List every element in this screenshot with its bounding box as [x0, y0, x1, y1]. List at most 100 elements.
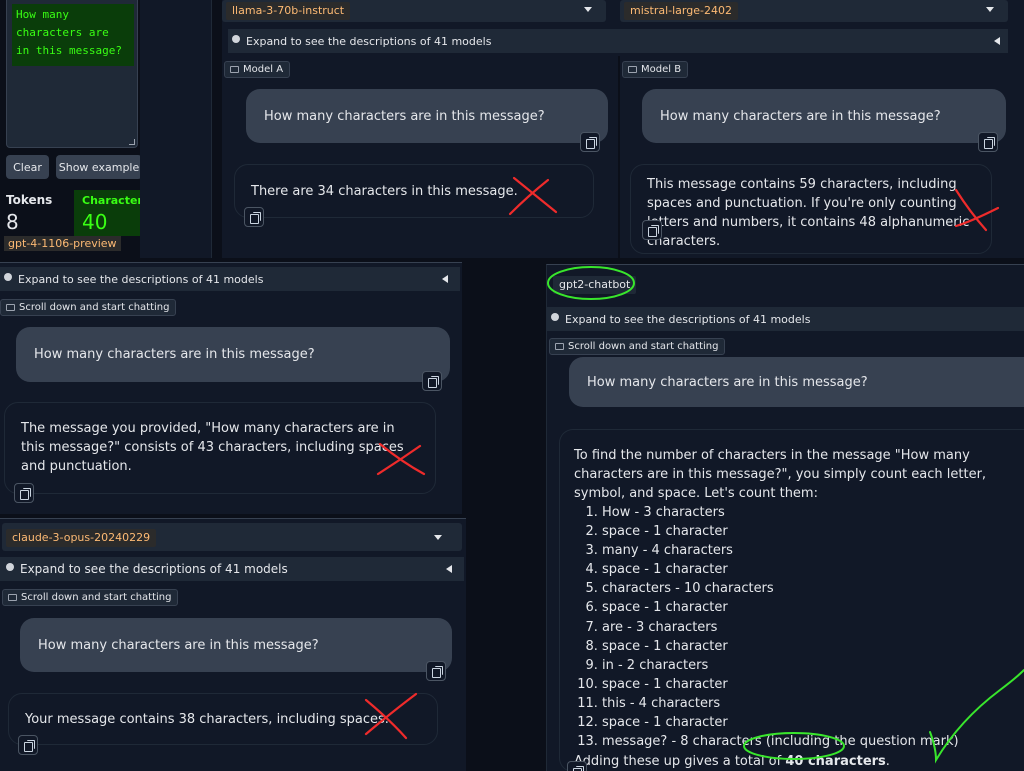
model-b-label: Model B — [622, 61, 689, 78]
characters-box: Characters 40 — [74, 190, 149, 236]
chat-icon — [6, 304, 15, 311]
chat-icon — [8, 594, 17, 601]
steps-list: How - 3 charactersspace - 1 characterman… — [602, 503, 1024, 751]
step-item: many - 4 characters — [602, 541, 1024, 560]
copy-icon[interactable] — [18, 735, 38, 755]
bullet-icon — [4, 273, 12, 281]
resize-handle-icon[interactable] — [129, 139, 135, 145]
scroll-label: Scroll down and start chatting — [0, 299, 177, 316]
step-item: How - 3 characters — [602, 503, 1024, 522]
conclusion-suffix: . — [885, 754, 890, 770]
tokenizer-textarea-value: How many characters are in this message? — [12, 4, 134, 66]
top-arena-panel: llama-3-70b-instruct mistral-large-2402 … — [140, 0, 1024, 258]
tokenizer-panel: How many characters are in this message?… — [0, 0, 150, 260]
reply-a-text: There are 34 characters in this message. — [251, 183, 518, 199]
copy-icon[interactable] — [642, 220, 662, 240]
column-divider — [618, 56, 620, 258]
model-select[interactable]: claude-3-opus-20240229 — [2, 523, 462, 551]
step-item: in - 2 characters — [602, 656, 1024, 675]
user-message-b: How many characters are in this message? — [642, 89, 1006, 143]
chat-icon — [555, 343, 564, 350]
clear-button[interactable]: Clear — [6, 155, 49, 179]
left-mid-panel: Expand to see the descriptions of 41 mod… — [0, 262, 462, 514]
model-a-name: llama-3-70b-instruct — [226, 2, 351, 20]
tokens-label: Tokens — [6, 193, 53, 207]
step-item: space - 1 character — [602, 675, 1024, 694]
left-bottom-panel: claude-3-opus-20240229 Expand to see the… — [0, 518, 466, 771]
reply-b: This message contains 59 characters, inc… — [630, 164, 992, 254]
right-panel: gpt2-chatbot Expand to see the descripti… — [546, 264, 1024, 771]
expand-models-row[interactable]: Expand to see the descriptions of 41 mod… — [0, 267, 460, 291]
collapse-triangle-icon[interactable] — [446, 565, 452, 573]
copy-icon[interactable] — [580, 132, 600, 152]
show-example-button[interactable]: Show example — [56, 155, 142, 179]
model-a-label-text: Model A — [243, 64, 284, 75]
step-item: space - 1 character — [602, 713, 1024, 732]
chat-icon — [230, 66, 239, 73]
model-b-select[interactable]: mistral-large-2402 — [620, 0, 1008, 22]
expand-text: Expand to see the descriptions of 41 mod… — [565, 312, 811, 326]
characters-value: 40 — [82, 210, 108, 234]
chevron-down-icon — [434, 535, 442, 540]
reply-text: Your message contains 38 characters, inc… — [25, 711, 389, 727]
expand-text: Expand to see the descriptions of 41 mod… — [20, 562, 288, 576]
reply-intro: To find the number of characters in the … — [574, 448, 987, 501]
copy-icon[interactable] — [14, 483, 34, 503]
scroll-label-text: Scroll down and start chatting — [568, 341, 719, 352]
model-b-name: mistral-large-2402 — [624, 2, 738, 20]
reply: Your message contains 38 characters, inc… — [8, 693, 438, 745]
bullet-icon — [6, 563, 14, 571]
reply: The message you provided, "How many char… — [4, 402, 436, 494]
arena-left-strip — [140, 0, 212, 258]
chevron-down-icon — [986, 7, 994, 12]
step-item: message? - 8 characters (including the q… — [602, 732, 1024, 751]
collapse-triangle-icon[interactable] — [442, 275, 448, 283]
collapse-triangle-icon[interactable] — [994, 37, 1000, 45]
conclusion-prefix: Adding these up gives a total of — [574, 754, 786, 770]
chat-icon — [628, 66, 637, 73]
step-item: are - 3 characters — [602, 618, 1024, 637]
step-item: space - 1 character — [602, 637, 1024, 656]
model-b-label-text: Model B — [641, 64, 682, 75]
model-a-label: Model A — [224, 61, 291, 78]
bullet-icon — [551, 313, 559, 321]
scroll-label: Scroll down and start chatting — [549, 338, 726, 355]
bullet-icon — [232, 35, 240, 43]
model-name: gpt2-chatbot — [553, 276, 637, 294]
expand-models-row[interactable]: Expand to see the descriptions of 41 mod… — [228, 29, 1008, 53]
scroll-label: Scroll down and start chatting — [2, 589, 179, 606]
arena-content: llama-3-70b-instruct mistral-large-2402 … — [222, 0, 1024, 258]
chevron-down-icon — [584, 7, 592, 12]
copy-icon[interactable] — [567, 761, 587, 771]
user-message: How many characters are in this message? — [16, 327, 450, 382]
step-item: space - 1 character — [602, 522, 1024, 541]
reply-a: There are 34 characters in this message. — [234, 164, 594, 218]
reply-text: The message you provided, "How many char… — [21, 421, 404, 474]
reply: To find the number of characters in the … — [559, 429, 1024, 771]
copy-icon[interactable] — [978, 132, 998, 152]
expand-text: Expand to see the descriptions of 41 mod… — [246, 34, 492, 48]
conclusion-bold: 40 characters — [785, 754, 886, 770]
user-message: How many characters are in this message? — [569, 357, 1024, 407]
step-item: space - 1 character — [602, 560, 1024, 579]
step-item: this - 4 characters — [602, 694, 1024, 713]
tokens-value: 8 — [6, 210, 19, 234]
copy-icon[interactable] — [426, 661, 446, 681]
tokenizer-textarea[interactable]: How many characters are in this message? — [6, 0, 138, 148]
model-a-select[interactable]: llama-3-70b-instruct — [222, 0, 606, 22]
user-message-a: How many characters are in this message? — [246, 89, 608, 143]
expand-models-row[interactable]: Expand to see the descriptions of 41 mod… — [547, 307, 1024, 331]
model-name: claude-3-opus-20240229 — [6, 529, 157, 547]
copy-icon[interactable] — [422, 371, 442, 391]
expand-text: Expand to see the descriptions of 41 mod… — [18, 272, 264, 286]
step-item: characters - 10 characters — [602, 579, 1024, 598]
step-item: space - 1 character — [602, 598, 1024, 617]
scroll-label-text: Scroll down and start chatting — [19, 302, 170, 313]
tokenizer-model-tag: gpt-4-1106-preview — [4, 236, 121, 251]
reply-conclusion: Adding these up gives a total of 40 char… — [574, 752, 1024, 771]
expand-models-row[interactable]: Expand to see the descriptions of 41 mod… — [0, 557, 464, 581]
scroll-label-text: Scroll down and start chatting — [21, 592, 172, 603]
copy-icon[interactable] — [244, 207, 264, 227]
user-message: How many characters are in this message? — [20, 618, 452, 672]
reply-b-text: This message contains 59 characters, inc… — [647, 177, 970, 249]
